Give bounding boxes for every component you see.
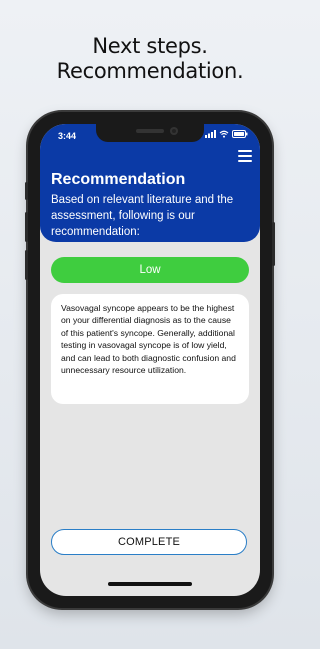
- status-icons: [205, 130, 248, 138]
- power-button: [272, 222, 275, 266]
- recommendation-text: Vasovagal syncope appears to be the high…: [61, 303, 236, 376]
- signal-icon: [205, 130, 216, 138]
- status-time: 3:44: [58, 131, 77, 141]
- volume-down-button: [25, 250, 28, 280]
- promo-caption: Next steps. Recommendation.: [0, 34, 300, 84]
- home-indicator[interactable]: [108, 582, 192, 586]
- hamburger-menu-icon[interactable]: [238, 150, 252, 162]
- battery-icon: [232, 130, 248, 138]
- mute-switch: [25, 182, 28, 200]
- risk-level-label: Low: [139, 264, 161, 276]
- recommendation-card: Vasovagal syncope appears to be the high…: [51, 294, 249, 404]
- promo-line-1: Next steps.: [92, 34, 208, 58]
- phone-frame: 3:44 Recommendation Based on relevant li…: [25, 112, 275, 608]
- promo-line-2: Recommendation.: [56, 59, 244, 83]
- notch: [96, 124, 204, 142]
- front-camera: [170, 127, 178, 135]
- complete-button[interactable]: COMPLETE: [51, 529, 247, 555]
- wifi-icon: [219, 130, 229, 138]
- speaker-grille: [136, 129, 164, 133]
- complete-button-label: COMPLETE: [117, 536, 181, 548]
- page-subtitle: Based on relevant literature and the ass…: [51, 194, 234, 238]
- volume-up-button: [25, 212, 28, 242]
- app-screen: 3:44 Recommendation Based on relevant li…: [40, 124, 260, 596]
- page-title: Recommendation: [51, 171, 186, 188]
- risk-level-badge: Low: [51, 257, 249, 283]
